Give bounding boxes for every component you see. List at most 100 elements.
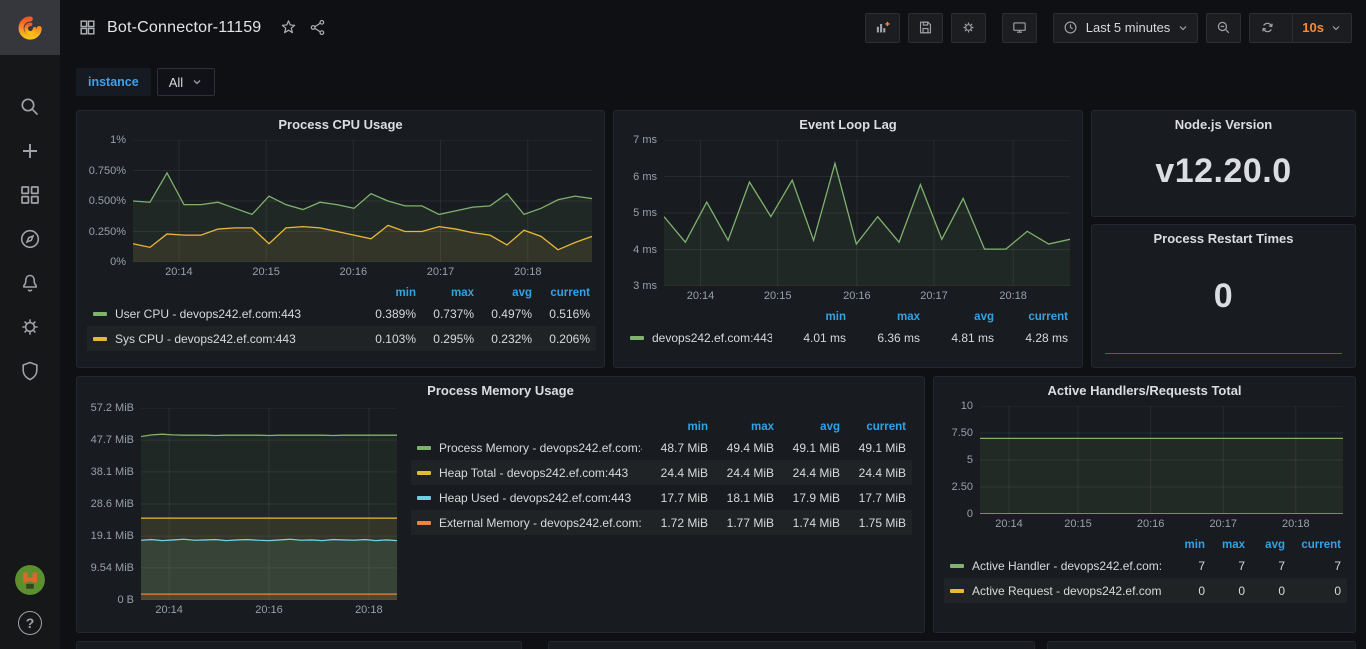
dashboard-grid-icon: [78, 18, 97, 37]
variables-submenu: instance All: [76, 68, 215, 96]
panel-partial: [548, 641, 1035, 649]
legend-row: External Memory - devops242.ef.com:443 1…: [411, 510, 912, 535]
handlers-x-axis: 20:14 20:15 20:16 20:17 20:18: [980, 514, 1343, 532]
series-name[interactable]: Process Memory - devops242.ef.com:443: [439, 441, 642, 455]
dashboards-icon[interactable]: [18, 183, 42, 207]
legend-header-avg[interactable]: avg: [1245, 539, 1285, 551]
series-name[interactable]: Heap Used - devops242.ef.com:443: [439, 491, 642, 505]
dashboard-settings-button[interactable]: [951, 13, 986, 43]
series-color-swatch: [93, 337, 107, 341]
legend-row: Heap Used - devops242.ef.com:443 17.7 Mi…: [411, 485, 912, 510]
help-icon[interactable]: ?: [18, 611, 42, 635]
explore-compass-icon[interactable]: [18, 227, 42, 251]
series-color-swatch: [950, 564, 964, 568]
legend-header-max[interactable]: max: [1205, 539, 1245, 551]
lag-chart-canvas[interactable]: [664, 140, 1070, 286]
configuration-gear-icon[interactable]: [18, 315, 42, 339]
legend-row: Sys CPU - devops242.ef.com:443 0.103% 0.…: [87, 326, 596, 351]
help-glyph: ?: [26, 615, 35, 631]
clock-icon: [1062, 19, 1079, 36]
zoom-out-button[interactable]: [1206, 13, 1241, 43]
legend-header-current[interactable]: current: [840, 421, 906, 433]
legend-header-min[interactable]: min: [1161, 539, 1205, 551]
series-name[interactable]: External Memory - devops242.ef.com:443: [439, 516, 642, 530]
series-name[interactable]: devops242.ef.com:443: [652, 331, 772, 345]
series-name[interactable]: User CPU - devops242.ef.com:443: [115, 307, 358, 321]
legend-header-current[interactable]: current: [1285, 539, 1341, 551]
legend-row: Process Memory - devops242.ef.com:443 48…: [411, 435, 912, 460]
series-name[interactable]: Sys CPU - devops242.ef.com:443: [115, 332, 358, 346]
panel-partial: [76, 641, 522, 649]
panel-title[interactable]: Active Handlers/Requests Total: [934, 377, 1355, 404]
admin-shield-icon[interactable]: [18, 359, 42, 383]
cpu-y-axis: 1% 0.750% 0.500% 0.250% 0%: [85, 140, 133, 262]
legend-header-min[interactable]: min: [772, 311, 846, 323]
series-color-swatch: [950, 589, 964, 593]
tv-kiosk-button[interactable]: [1002, 13, 1037, 43]
legend-header-min[interactable]: min: [358, 287, 416, 299]
panel-process-restart-times: Process Restart Times 0: [1091, 224, 1356, 368]
variable-instance-dropdown[interactable]: All: [157, 68, 215, 96]
alerting-bell-icon[interactable]: [18, 271, 42, 295]
save-floppy-icon: [917, 19, 934, 36]
legend-header-avg[interactable]: avg: [774, 421, 840, 433]
panel-process-memory-usage: Process Memory Usage 57.2 MiB 47.7 MiB 3…: [76, 376, 925, 633]
create-add-icon[interactable]: [18, 139, 42, 163]
legend-header-max[interactable]: max: [416, 287, 474, 299]
settings-gear-icon: [960, 19, 977, 36]
series-name[interactable]: Active Handler - devops242.ef.com:443: [972, 559, 1161, 573]
series-color-swatch: [417, 446, 431, 450]
series-color-swatch: [417, 496, 431, 500]
share-icon[interactable]: [308, 18, 327, 37]
time-range-picker[interactable]: Last 5 minutes: [1053, 13, 1199, 43]
refresh-button[interactable]: [1250, 14, 1285, 42]
variable-instance-label[interactable]: instance: [76, 68, 151, 96]
legend-row: User CPU - devops242.ef.com:443 0.389% 0…: [87, 301, 596, 326]
legend-header-max[interactable]: max: [708, 421, 774, 433]
refresh-interval-dropdown[interactable]: 10s: [1292, 14, 1351, 42]
add-panel-button[interactable]: [865, 13, 900, 43]
panel-title[interactable]: Node.js Version: [1092, 111, 1355, 138]
zoom-out-icon: [1215, 19, 1232, 36]
series-color-swatch: [630, 336, 644, 340]
legend-row: Active Handler - devops242.ef.com:443 7 …: [944, 553, 1347, 578]
save-dashboard-button[interactable]: [908, 13, 943, 43]
legend-header-avg[interactable]: avg: [474, 287, 532, 299]
panel-process-cpu-usage: Process CPU Usage 1% 0.750% 0.500% 0.250…: [76, 110, 605, 368]
monitor-icon: [1011, 19, 1028, 36]
panel-title[interactable]: Process Memory Usage: [77, 377, 924, 404]
legend-header-current[interactable]: current: [994, 311, 1068, 323]
user-avatar[interactable]: [15, 565, 45, 595]
series-name[interactable]: Heap Total - devops242.ef.com:443: [439, 466, 642, 480]
cpu-x-axis: 20:14 20:15 20:16 20:17 20:18: [133, 262, 592, 280]
sidebar: ?: [0, 0, 60, 649]
star-favorite-icon[interactable]: [279, 18, 298, 37]
dashboard-title[interactable]: Bot-Connector-11159: [107, 19, 261, 37]
avatar-image: [15, 565, 45, 595]
cpu-chart-canvas[interactable]: [133, 140, 592, 262]
search-icon[interactable]: [18, 95, 42, 119]
refresh-control: 10s: [1249, 13, 1352, 43]
panel-title[interactable]: Event Loop Lag: [614, 111, 1082, 138]
memory-y-axis: 57.2 MiB 47.7 MiB 38.1 MiB 28.6 MiB 19.1…: [85, 408, 141, 600]
panel-title[interactable]: Process CPU Usage: [77, 111, 604, 138]
handlers-y-axis: 10 7.50 5 2.50 0: [942, 406, 980, 514]
legend-header-avg[interactable]: avg: [920, 311, 994, 323]
restart-sparkline: [1105, 353, 1342, 354]
legend-header-min[interactable]: min: [642, 421, 708, 433]
grafana-logo[interactable]: [0, 0, 60, 55]
handlers-legend: min max avg current Active Handler - dev…: [934, 532, 1355, 603]
series-color-swatch: [417, 471, 431, 475]
panel-title[interactable]: Process Restart Times: [1092, 225, 1355, 252]
memory-legend: min max avg current Process Memory - dev…: [397, 406, 914, 618]
lag-y-axis: 7 ms 6 ms 5 ms 4 ms 3 ms: [622, 140, 664, 286]
memory-chart-canvas[interactable]: [141, 408, 397, 600]
chevron-down-icon: [1330, 22, 1342, 34]
handlers-chart-canvas[interactable]: [980, 406, 1343, 514]
panel-active-handlers-requests: Active Handlers/Requests Total 10 7.50 5…: [933, 376, 1356, 633]
legend-header-current[interactable]: current: [532, 287, 590, 299]
variable-instance-value: All: [169, 75, 183, 90]
series-name[interactable]: Active Request - devops242.ef.com:443: [972, 584, 1161, 598]
legend-header-max[interactable]: max: [846, 311, 920, 323]
chevron-down-icon: [191, 76, 203, 88]
